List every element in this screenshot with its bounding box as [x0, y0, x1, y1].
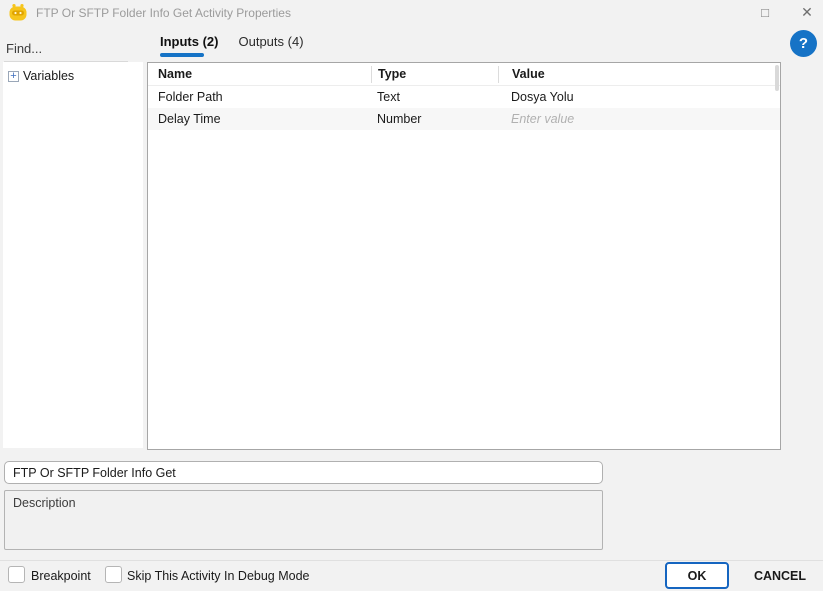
column-header-name[interactable]: Name: [148, 67, 371, 81]
skip-debug-label: Skip This Activity In Debug Mode: [127, 569, 310, 583]
breakpoint-label: Breakpoint: [31, 569, 91, 583]
footer-bar: Breakpoint Skip This Activity In Debug M…: [0, 560, 823, 591]
tree-item-variables[interactable]: + Variables: [3, 62, 143, 83]
skip-debug-checkbox[interactable]: [105, 566, 122, 583]
row-type: Text: [371, 90, 498, 104]
expand-plus-icon[interactable]: +: [8, 71, 19, 82]
variables-tree-panel: + Variables: [3, 62, 143, 448]
tree-item-label: Variables: [23, 69, 74, 83]
grid-header-row: Name Type Value: [148, 63, 780, 86]
find-input[interactable]: [4, 36, 128, 62]
tab-inputs[interactable]: Inputs (2): [160, 34, 219, 55]
scrollbar-thumb[interactable]: [775, 65, 779, 91]
column-header-type[interactable]: Type: [371, 66, 498, 83]
row-value-input[interactable]: Enter value: [498, 112, 780, 126]
table-row: Folder Path Text Dosya Yolu: [148, 86, 780, 108]
tab-bar: Inputs (2) Outputs (4): [160, 34, 304, 55]
activity-name-input[interactable]: [4, 461, 603, 484]
description-textarea[interactable]: [4, 490, 603, 550]
window-title: FTP Or SFTP Folder Info Get Activity Pro…: [36, 6, 291, 20]
title-bar: FTP Or SFTP Folder Info Get Activity Pro…: [0, 0, 823, 26]
app-robot-icon: [8, 3, 28, 22]
question-mark-icon: ?: [799, 35, 808, 52]
row-value-input[interactable]: Dosya Yolu: [498, 90, 780, 104]
row-name: Folder Path: [148, 90, 371, 104]
maximize-icon[interactable]: □: [750, 0, 780, 24]
cancel-button[interactable]: CANCEL: [745, 562, 815, 589]
ok-button[interactable]: OK: [665, 562, 729, 589]
column-header-value[interactable]: Value: [498, 66, 780, 83]
inputs-grid: Name Type Value Folder Path Text Dosya Y…: [147, 62, 781, 450]
table-row: Delay Time Number Enter value: [148, 108, 780, 130]
row-type: Number: [371, 112, 498, 126]
close-icon[interactable]: ✕: [792, 0, 822, 24]
breakpoint-checkbox[interactable]: [8, 566, 25, 583]
help-button[interactable]: ?: [790, 30, 817, 57]
row-name: Delay Time: [148, 112, 371, 126]
tab-outputs[interactable]: Outputs (4): [239, 34, 304, 55]
